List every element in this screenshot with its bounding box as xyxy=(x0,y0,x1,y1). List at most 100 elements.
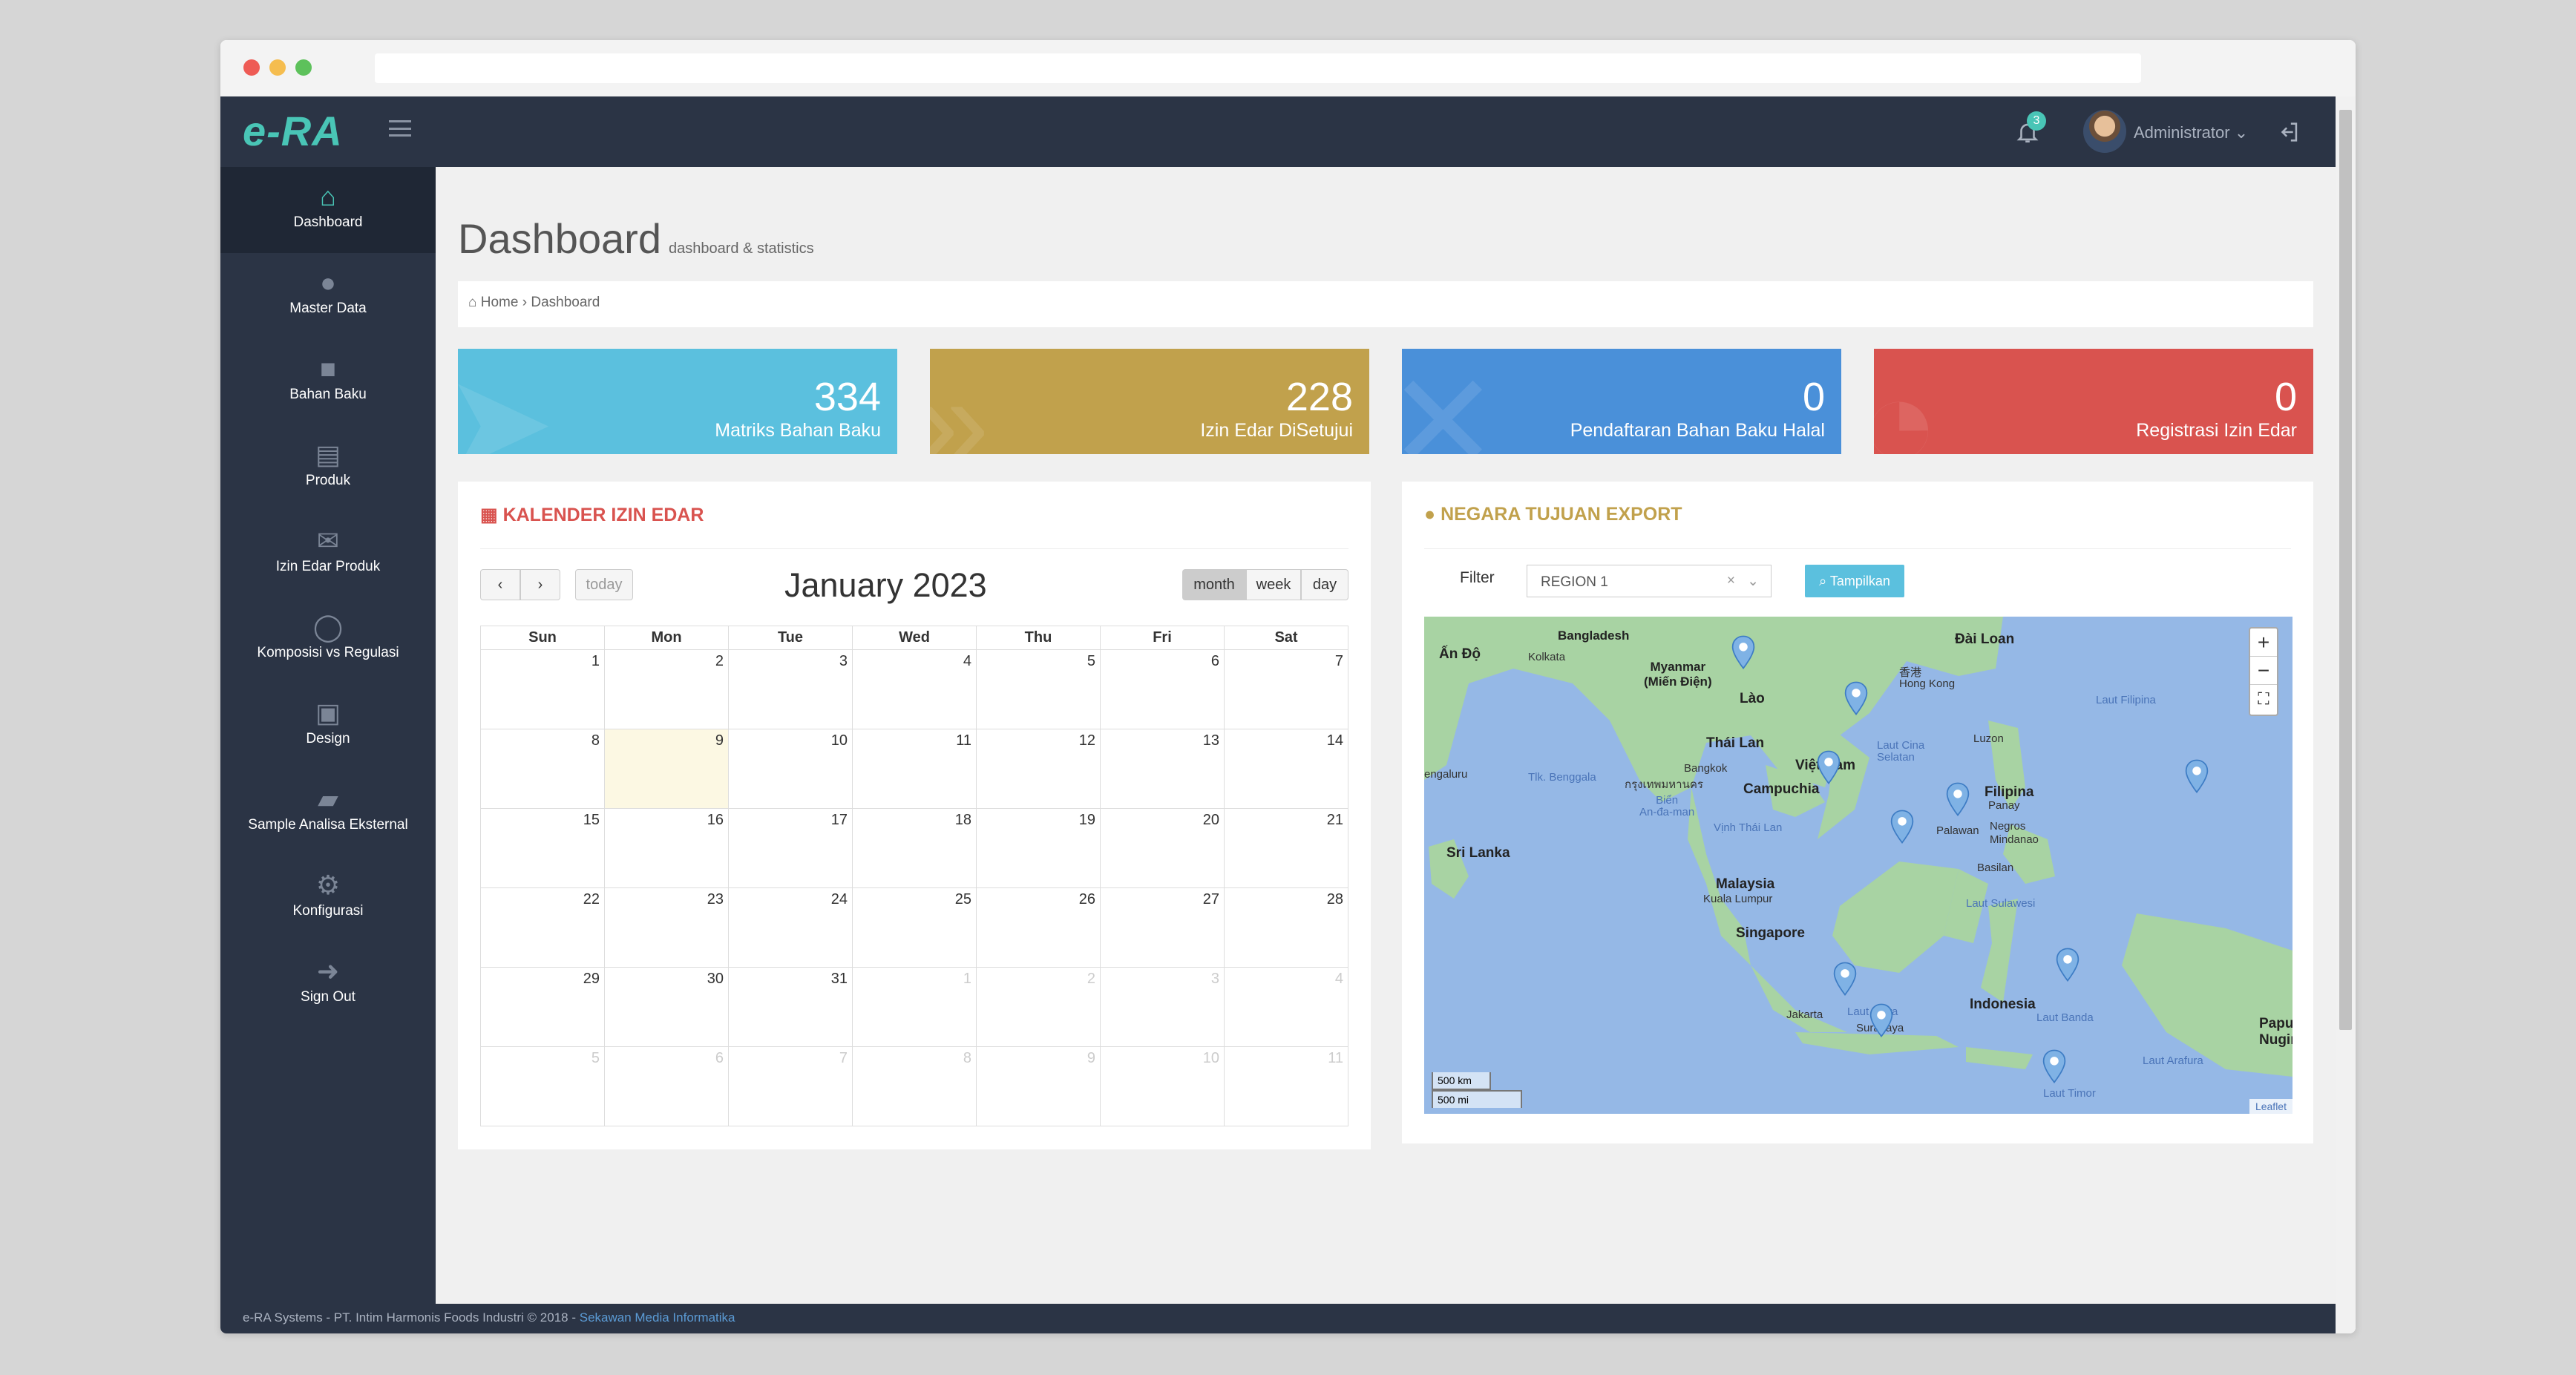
calendar-day-cell[interactable]: 12 xyxy=(976,729,1101,809)
calendar-day-cell[interactable]: 6 xyxy=(1100,649,1225,729)
map-marker-icon[interactable] xyxy=(1889,810,1915,844)
calendar-day-cell[interactable]: 9 xyxy=(604,729,729,809)
sign-out-icon: ➜ xyxy=(316,956,340,986)
calendar-day-cell[interactable]: 11 xyxy=(852,729,977,809)
map-marker-icon[interactable] xyxy=(1832,962,1858,996)
calendar-day-cell[interactable]: 31 xyxy=(728,967,853,1047)
sidebar-item-konfigurasi[interactable]: ⚙ Konfigurasi xyxy=(220,856,436,942)
scrollbar[interactable] xyxy=(2336,96,2356,1333)
footer-link[interactable]: Sekawan Media Informatika xyxy=(580,1310,735,1325)
calendar-day-cell[interactable]: 10 xyxy=(1100,1046,1225,1126)
calendar-day-cell[interactable]: 3 xyxy=(1100,967,1225,1047)
zoom-in-button[interactable]: + xyxy=(2250,629,2277,657)
calendar-day-cell[interactable]: 4 xyxy=(852,649,977,729)
calendar-day-cell[interactable]: 24 xyxy=(728,887,853,968)
view-month-button[interactable]: month xyxy=(1182,569,1246,600)
sidebar-item-sample-analisa[interactable]: ▰ Sample Analisa Eksternal xyxy=(220,769,436,856)
logout-icon[interactable] xyxy=(2276,119,2301,145)
calendar-day-cell[interactable]: 28 xyxy=(1224,887,1348,968)
sidebar-item-design[interactable]: ▣ Design xyxy=(220,683,436,769)
calendar-day-cell[interactable]: 8 xyxy=(480,729,605,809)
region-select[interactable]: REGION 1 × ⌄ xyxy=(1527,565,1772,597)
stat-card-registrasi[interactable]: ◔ 0 Registrasi Izin Edar xyxy=(1874,349,2313,454)
calendar-day-cell[interactable]: 27 xyxy=(1100,887,1225,968)
sidebar-item-izin-edar-produk[interactable]: ✉ Izin Edar Produk xyxy=(220,511,436,597)
calendar-day-cell[interactable]: 17 xyxy=(728,808,853,888)
map-marker-icon[interactable] xyxy=(1730,635,1757,669)
calendar-day-cell[interactable]: 1 xyxy=(852,967,977,1047)
scrollbar-thumb[interactable] xyxy=(2339,110,2352,1030)
calendar-day-cell[interactable]: 20 xyxy=(1100,808,1225,888)
prev-month-button[interactable]: ‹ xyxy=(480,569,520,600)
fullscreen-icon[interactable]: ⛶ xyxy=(2250,685,2277,713)
calendar-day-cell[interactable]: 26 xyxy=(976,887,1101,968)
export-map[interactable]: Ấn Độ Bangladesh Kolkata Myanmar (Miến Đ… xyxy=(1424,617,2292,1114)
calendar-day-cell[interactable]: 18 xyxy=(852,808,977,888)
sidebar-item-komposisi[interactable]: ◯ Komposisi vs Regulasi xyxy=(220,597,436,683)
calendar-day-cell[interactable]: 14 xyxy=(1224,729,1348,809)
calendar-day-cell[interactable]: 6 xyxy=(604,1046,729,1126)
calendar-day-cell[interactable]: 2 xyxy=(604,649,729,729)
calendar-day-cell[interactable]: 5 xyxy=(480,1046,605,1126)
minimize-window-button[interactable] xyxy=(269,59,286,76)
maximize-window-button[interactable] xyxy=(295,59,312,76)
sidebar-item-bahan-baku[interactable]: ■ Bahan Baku xyxy=(220,339,436,425)
next-month-button[interactable]: › xyxy=(520,569,560,600)
calendar-day-cell[interactable]: 5 xyxy=(976,649,1101,729)
calendar-day-cell[interactable]: 23 xyxy=(604,887,729,968)
sidebar-item-produk[interactable]: ▤ Produk xyxy=(220,425,436,511)
calendar-day-cell[interactable]: 1 xyxy=(480,649,605,729)
today-button[interactable]: today xyxy=(575,569,633,600)
stat-label: Registrasi Izin Edar xyxy=(2136,420,2297,441)
calendar-day-cell[interactable]: 8 xyxy=(852,1046,977,1126)
calendar-day-cell[interactable]: 9 xyxy=(976,1046,1101,1126)
sidebar-item-master-data[interactable]: ● Master Data xyxy=(220,253,436,339)
page-title: Dashboard dashboard & statistics xyxy=(458,214,814,263)
page-title-text: Dashboard xyxy=(458,215,661,262)
app-logo[interactable]: e-RA xyxy=(243,107,343,155)
calendar-day-cell[interactable]: 25 xyxy=(852,887,977,968)
calendar-day-cell[interactable]: 11 xyxy=(1224,1046,1348,1126)
sidebar-item-dashboard[interactable]: ⌂ Dashboard xyxy=(220,167,436,253)
stat-value: 228 xyxy=(1285,375,1353,419)
sidebar-item-sign-out[interactable]: ➜ Sign Out xyxy=(220,942,436,1028)
calendar-day-cell[interactable]: 22 xyxy=(480,887,605,968)
map-attribution[interactable]: Leaflet xyxy=(2249,1099,2292,1114)
calendar-day-cell[interactable]: 21 xyxy=(1224,808,1348,888)
calendar-day-cell[interactable]: 29 xyxy=(480,967,605,1047)
calendar-day-cell[interactable]: 2 xyxy=(976,967,1101,1047)
calendar-day-cell[interactable]: 16 xyxy=(604,808,729,888)
map-marker-icon[interactable] xyxy=(1815,750,1842,784)
clear-selection-icon[interactable]: × xyxy=(1727,573,1735,589)
breadcrumb-home[interactable]: Home xyxy=(481,295,519,310)
tampilkan-button[interactable]: ⌕ Tampilkan xyxy=(1805,565,1904,597)
stat-card-izin-edar[interactable]: » 228 Izin Edar DiSetujui xyxy=(930,349,1369,454)
calendar-day-cell[interactable]: 19 xyxy=(976,808,1101,888)
menu-toggle-icon[interactable] xyxy=(389,120,411,137)
map-marker-icon[interactable] xyxy=(2041,1049,2068,1083)
calendar-day-cell[interactable]: 7 xyxy=(728,1046,853,1126)
calendar-day-cell[interactable]: 4 xyxy=(1224,967,1348,1047)
map-marker-icon[interactable] xyxy=(1944,782,1971,817)
calendar-day-cell[interactable]: 15 xyxy=(480,808,605,888)
stat-card-halal[interactable]: ✕ 0 Pendaftaran Bahan Baku Halal xyxy=(1402,349,1841,454)
address-bar[interactable] xyxy=(375,53,2141,83)
view-day-button[interactable]: day xyxy=(1301,569,1348,600)
map-marker-icon[interactable] xyxy=(1843,681,1869,715)
calendar-day-cell[interactable]: 3 xyxy=(728,649,853,729)
home-icon: ⌂ xyxy=(320,181,336,211)
view-week-button[interactable]: week xyxy=(1246,569,1301,600)
map-label: Thái Lan xyxy=(1706,735,1765,751)
calendar-day-cell[interactable]: 10 xyxy=(728,729,853,809)
calendar-day-cell[interactable]: 13 xyxy=(1100,729,1225,809)
map-marker-icon[interactable] xyxy=(1868,1003,1895,1037)
calendar-day-cell[interactable]: 7 xyxy=(1224,649,1348,729)
user-menu[interactable]: Administrator ⌄ xyxy=(2134,123,2248,142)
avatar[interactable] xyxy=(2083,110,2126,153)
calendar-day-cell[interactable]: 30 xyxy=(604,967,729,1047)
map-marker-icon[interactable] xyxy=(2183,759,2210,794)
stat-card-matriks[interactable]: ➤ 334 Matriks Bahan Baku xyxy=(458,349,897,454)
close-window-button[interactable] xyxy=(243,59,260,76)
zoom-out-button[interactable]: − xyxy=(2250,657,2277,685)
map-marker-icon[interactable] xyxy=(2054,948,2081,982)
